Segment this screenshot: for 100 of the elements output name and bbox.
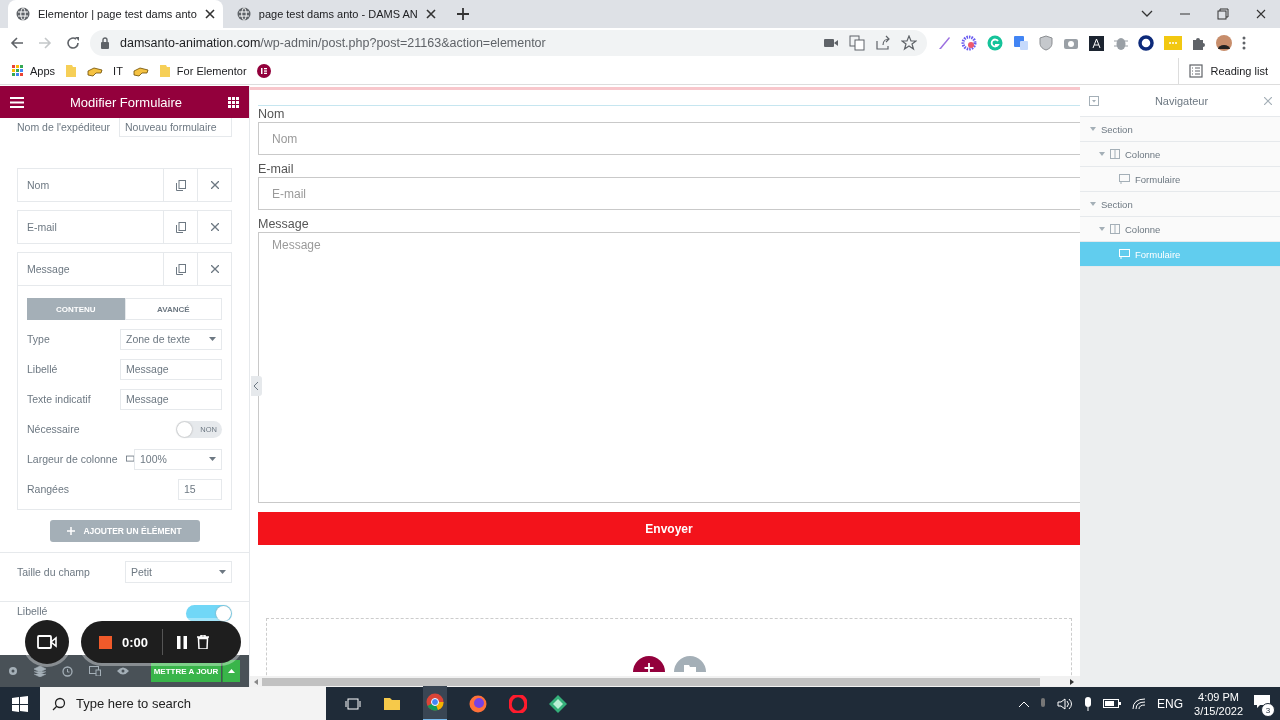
ring-icon[interactable] (1138, 35, 1154, 51)
shield-icon[interactable] (1039, 35, 1053, 51)
new-tab-icon[interactable] (455, 7, 470, 21)
eye-icon[interactable] (117, 667, 129, 675)
firefox-icon[interactable] (469, 694, 487, 713)
clock[interactable]: 4:09 PM 3/15/2022 (1194, 689, 1243, 718)
bug-icon[interactable] (1114, 35, 1128, 51)
text-field[interactable]: Message (120, 358, 222, 380)
repeater-item-title[interactable]: Message (18, 263, 163, 275)
setting-label: Nécessaire (27, 423, 80, 435)
windows-start-icon[interactable] (12, 695, 28, 712)
hand-icon[interactable] (132, 65, 149, 77)
duplicate-icon[interactable] (175, 221, 186, 233)
navigator-item[interactable]: Colonne (1080, 217, 1280, 242)
panel-tab[interactable]: AVANCÉ (124, 298, 222, 320)
folder-icon[interactable] (383, 696, 401, 711)
setting-label: Type (27, 333, 50, 345)
duplicate-icon[interactable] (175, 263, 186, 275)
collapse-panel-handle[interactable] (251, 376, 262, 396)
camera-icon[interactable] (1063, 36, 1079, 50)
navigator-item[interactable]: Colonne (1080, 142, 1280, 167)
notification-count: 3 (1261, 703, 1275, 717)
bookmark-link[interactable]: IT (113, 65, 123, 77)
add-section-icon[interactable] (633, 656, 665, 672)
browser-tab[interactable]: page test dams anto - DAMS AN (228, 0, 444, 28)
pause-icon[interactable] (177, 635, 188, 649)
back-icon[interactable] (10, 36, 24, 50)
bookmark-link[interactable]: Apps (30, 65, 56, 77)
share-icon[interactable] (875, 35, 891, 51)
notifications-icon[interactable] (1254, 695, 1270, 709)
form-label: E-mail (258, 163, 295, 176)
hand-icon[interactable] (87, 65, 104, 77)
repeater-item[interactable]: E-mail (18, 211, 231, 243)
dropdown-field[interactable]: 100% (133, 448, 222, 470)
number-field[interactable]: 15 (178, 478, 222, 500)
chrome-icon[interactable] (426, 693, 444, 711)
show-hidden-icons-icon[interactable] (1019, 700, 1030, 707)
bookmark-link[interactable]: For Elementor (176, 65, 247, 77)
video-camera-icon (37, 635, 57, 649)
star-icon[interactable] (901, 35, 917, 51)
setting-label: Rangées (27, 483, 70, 495)
layers-icon[interactable] (34, 665, 46, 677)
input-field[interactable]: E-mail (258, 177, 1080, 210)
scroll-left-icon[interactable] (253, 678, 259, 685)
settings-icon[interactable] (8, 666, 18, 676)
lock-icon[interactable] (100, 37, 110, 49)
translate-page-icon[interactable] (849, 35, 865, 51)
video-camera-icon[interactable] (823, 37, 839, 49)
close-icon[interactable] (424, 8, 437, 20)
update-options-button[interactable] (222, 660, 240, 682)
navigator-item[interactable]: Formulaire (1080, 167, 1280, 192)
flower-icon[interactable] (961, 35, 977, 51)
language-indicator[interactable]: ENG (1157, 696, 1184, 711)
dropdown-field[interactable]: Petit (125, 561, 232, 583)
scrollbar-thumb[interactable] (262, 677, 1040, 686)
dots-box-icon[interactable] (1164, 36, 1182, 50)
stop-icon[interactable] (99, 635, 112, 649)
navigator-item[interactable]: Section (1080, 117, 1280, 142)
taskbar-search-field[interactable]: Type here to search (40, 687, 326, 720)
close-icon[interactable] (203, 8, 216, 20)
submit-button[interactable]: Envoyer (258, 512, 1080, 545)
task-view-icon[interactable] (345, 696, 361, 711)
text-field[interactable]: Nouveau formulaire (119, 118, 232, 137)
opera-icon[interactable] (509, 694, 527, 713)
pen-icon[interactable] (937, 36, 951, 50)
text-field[interactable]: Message (120, 388, 222, 410)
translate-icon[interactable] (1013, 35, 1029, 51)
a-box-icon[interactable] (1089, 35, 1104, 51)
battery-icon[interactable] (1103, 699, 1122, 708)
apps-grid-icon[interactable] (12, 65, 24, 77)
widgets-grid-icon[interactable] (228, 96, 239, 108)
repeater-item[interactable]: Nom (18, 169, 231, 201)
chevron-down-icon[interactable] (1141, 10, 1153, 18)
speaker-icon[interactable] (1057, 697, 1074, 710)
reading-list-icon[interactable] (1188, 64, 1203, 78)
input-field[interactable]: Nom (258, 122, 1080, 155)
history-icon[interactable] (62, 665, 73, 677)
toggle-switch[interactable] (186, 605, 232, 622)
puzzle-icon[interactable] (1192, 36, 1206, 50)
reading-list-button[interactable]: Reading list (1210, 65, 1268, 77)
wifi-icon[interactable] (1132, 697, 1147, 710)
menu-icon[interactable] (10, 96, 24, 108)
scroll-right-icon[interactable] (1069, 678, 1075, 685)
responsive-icon[interactable] (89, 666, 101, 676)
close-icon[interactable] (1255, 8, 1267, 20)
microphone-icon[interactable] (1084, 696, 1093, 711)
avatar-icon[interactable] (1216, 35, 1232, 51)
menu-icon[interactable] (1242, 36, 1246, 50)
elementor-logo-icon[interactable] (256, 64, 271, 78)
desktop-icon[interactable] (125, 455, 134, 463)
recording-timer: 0:00 (122, 634, 149, 650)
reload-icon[interactable] (66, 36, 80, 50)
browser-tab[interactable]: Elementor | page test dams anto (8, 0, 223, 28)
setting-label: Libellé (17, 605, 48, 617)
restore-icon[interactable] (1217, 8, 1229, 20)
navigator-item[interactable]: Section (1080, 192, 1280, 217)
duplicate-icon[interactable] (175, 179, 186, 191)
trash-icon[interactable] (197, 635, 210, 649)
diamond-app-icon[interactable] (549, 694, 567, 713)
dropdown-field[interactable]: Zone de texte (120, 328, 222, 350)
